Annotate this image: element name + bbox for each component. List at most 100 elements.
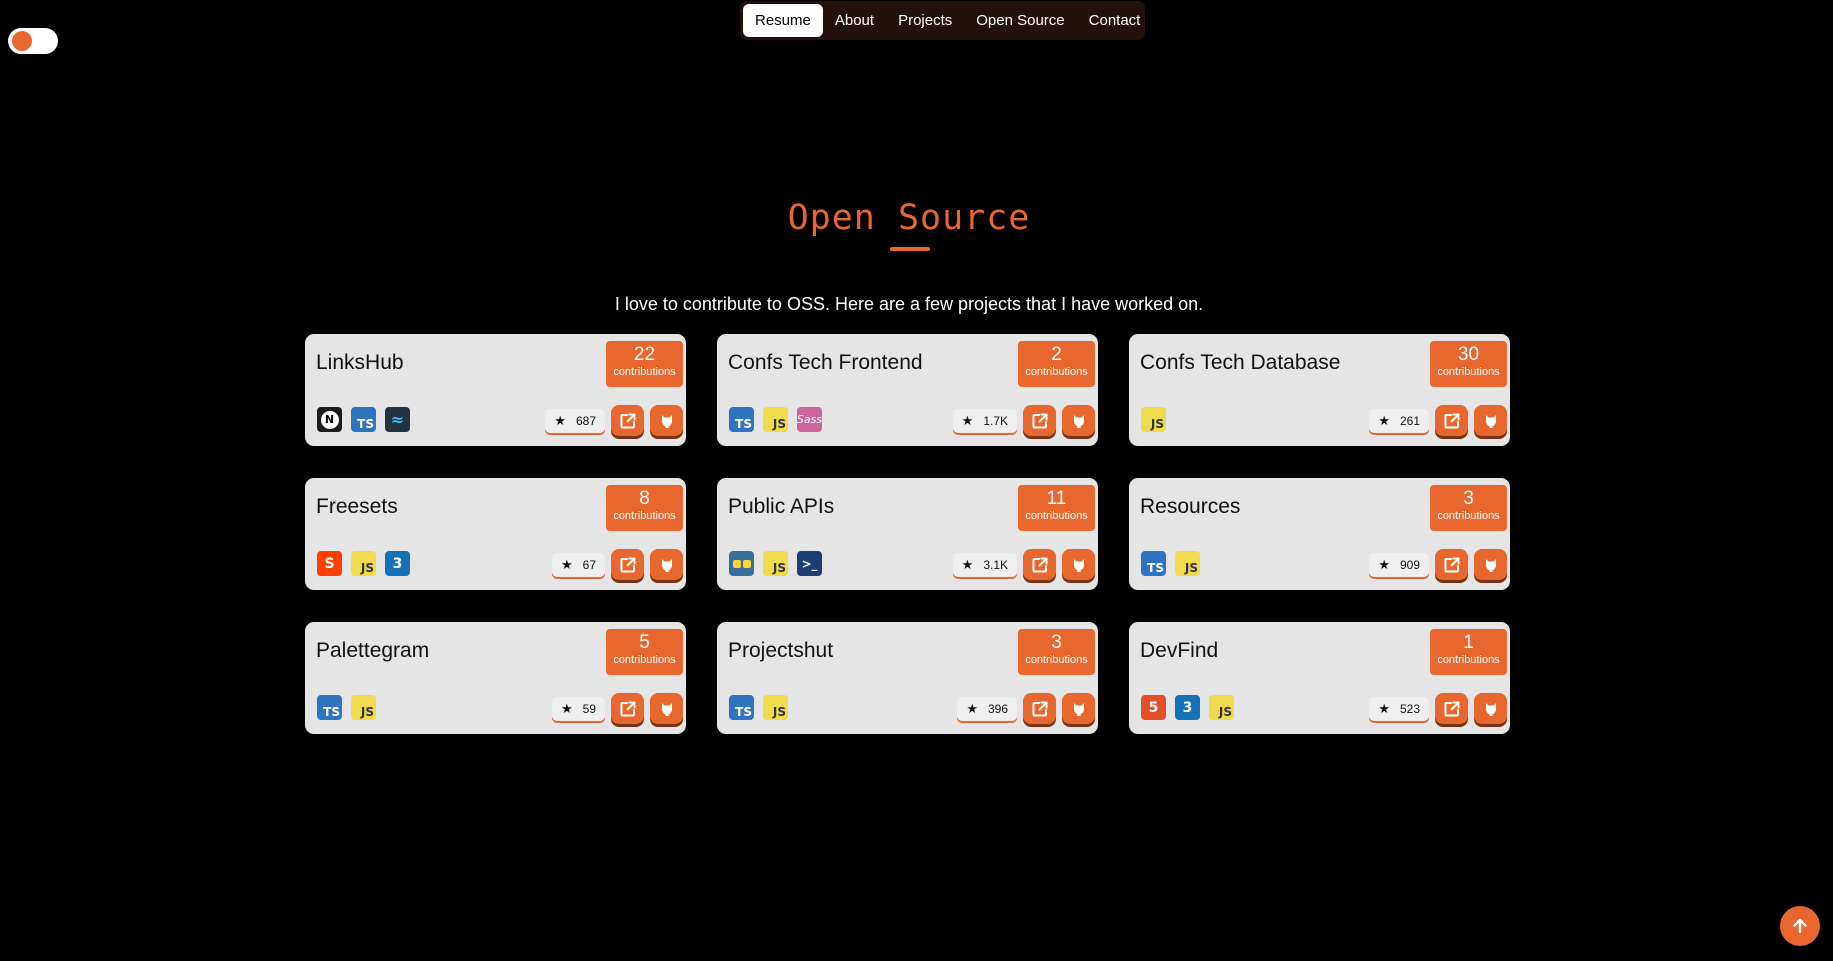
tech-stack: TS JS [317, 695, 376, 720]
tech-stack: TS JS Sass [729, 407, 822, 432]
external-link-icon [1444, 701, 1459, 716]
nav-item-projects[interactable]: Projects [886, 4, 964, 37]
ts-icon: TS [729, 407, 754, 432]
contributions-badge: 3 contributions [1018, 629, 1095, 675]
open-link-button[interactable] [1435, 549, 1468, 580]
stars-count: 261 [1399, 413, 1420, 428]
open-link-button[interactable] [611, 405, 644, 436]
project-name: Freesets [316, 495, 398, 518]
project-name: Confs Tech Database [1140, 351, 1341, 374]
stars-count: 687 [575, 413, 596, 428]
toggle-knob [12, 31, 32, 51]
css-icon: 3 [1175, 695, 1200, 720]
project-name: Confs Tech Frontend [728, 351, 923, 374]
css-icon: 3 [385, 551, 410, 576]
stars-badge: ★ 523 [1369, 696, 1429, 721]
contributions-count: 5 [639, 632, 650, 653]
project-name: Public APIs [728, 495, 835, 518]
tech-stack: TS JS [1141, 551, 1200, 576]
open-link-button[interactable] [1023, 693, 1056, 724]
project-name: Resources [1140, 495, 1241, 518]
scroll-to-top-button[interactable] [1780, 906, 1820, 946]
ts-icon: TS [729, 695, 754, 720]
external-link-icon [1444, 413, 1459, 428]
open-link-button[interactable] [1435, 405, 1468, 436]
toggle-track [8, 28, 58, 54]
star-icon: ★ [966, 700, 978, 716]
github-button[interactable] [1474, 405, 1507, 436]
open-link-button[interactable] [1435, 693, 1468, 724]
open-link-button[interactable] [1023, 549, 1056, 580]
star-icon: ★ [1378, 700, 1390, 716]
js-icon: JS [1141, 407, 1166, 432]
title-underline [890, 247, 930, 251]
tech-stack: JS [1141, 407, 1166, 432]
github-icon [1485, 702, 1496, 716]
project-name: DevFind [1140, 639, 1219, 662]
js-icon: JS [351, 695, 376, 720]
contributions-count: 2 [1051, 344, 1062, 365]
project-card: Confs Tech Frontend 2 contributions TS JS… [717, 334, 1098, 446]
project-actions: ★ 1.7K [952, 405, 1095, 436]
stars-count: 67 [582, 557, 596, 572]
star-icon: ★ [961, 412, 974, 428]
ts-icon: TS [317, 695, 342, 720]
project-name: Palettegram [316, 639, 430, 662]
nav-item-about[interactable]: About [823, 4, 886, 37]
nav-item-open-source[interactable]: Open Source [964, 4, 1076, 37]
arrow-up-icon [1793, 918, 1807, 934]
github-icon [1485, 558, 1496, 572]
open-link-button[interactable] [611, 693, 644, 724]
tailwind-icon: ≈ [385, 407, 410, 432]
star-icon: ★ [1378, 556, 1390, 572]
github-button[interactable] [1062, 549, 1095, 580]
external-link-icon [1032, 701, 1047, 716]
github-icon [661, 414, 672, 428]
powershell-icon: >_ [797, 551, 822, 576]
project-actions: ★ 59 [551, 693, 683, 724]
contributions-count: 1 [1463, 632, 1474, 653]
tech-stack: N TS ≈ [317, 407, 410, 432]
github-icon [1073, 702, 1084, 716]
project-card: LinksHub 22 contributions N TS ≈ ★ 687 [305, 334, 686, 446]
js-icon: JS [351, 551, 376, 576]
star-icon: ★ [560, 556, 573, 572]
external-link-icon [1032, 413, 1047, 428]
tech-stack: 5 3 JS [1141, 695, 1234, 720]
stars-count: 59 [582, 701, 596, 716]
project-actions: ★ 3.1K [952, 549, 1095, 580]
github-button[interactable] [1474, 549, 1507, 580]
github-button[interactable] [650, 693, 683, 724]
stars-badge: ★ 67 [551, 552, 605, 577]
contributions-count: 22 [633, 344, 656, 365]
github-icon [661, 558, 672, 572]
project-card: Confs Tech Database 30 contributions JS … [1129, 334, 1510, 446]
contributions-count: 8 [639, 488, 650, 509]
stars-count: 909 [1399, 557, 1420, 572]
project-actions: ★ 687 [545, 405, 683, 436]
github-button[interactable] [650, 405, 683, 436]
star-icon: ★ [961, 556, 974, 572]
project-card: Projectshut 3 contributions TS JS ★ 396 [717, 622, 1098, 734]
contributions-badge: 30 contributions [1430, 341, 1507, 387]
stars-badge: ★ 3.1K [952, 552, 1017, 577]
js-icon: JS [763, 695, 788, 720]
tech-stack: TS JS [729, 695, 788, 720]
external-link-icon [1032, 557, 1047, 572]
nav-item-contact[interactable]: Contact [1077, 4, 1153, 37]
open-link-button[interactable] [611, 549, 644, 580]
ts-icon: TS [1141, 551, 1166, 576]
top-nav: Resume About Projects Open Source Contac… [740, 1, 1145, 40]
html-icon: 5 [1141, 695, 1166, 720]
contributions-label: contributions [613, 654, 676, 666]
github-button[interactable] [1062, 405, 1095, 436]
github-button[interactable] [1474, 693, 1507, 724]
github-button[interactable] [1062, 693, 1095, 724]
project-card: DevFind 1 contributions 5 3 JS ★ 523 [1129, 622, 1510, 734]
open-link-button[interactable] [1023, 405, 1056, 436]
theme-toggle[interactable] [4, 23, 62, 59]
github-button[interactable] [650, 549, 683, 580]
nav-item-resume[interactable]: Resume [743, 4, 823, 37]
ts-icon: TS [351, 407, 376, 432]
sass-icon: Sass [797, 407, 822, 432]
